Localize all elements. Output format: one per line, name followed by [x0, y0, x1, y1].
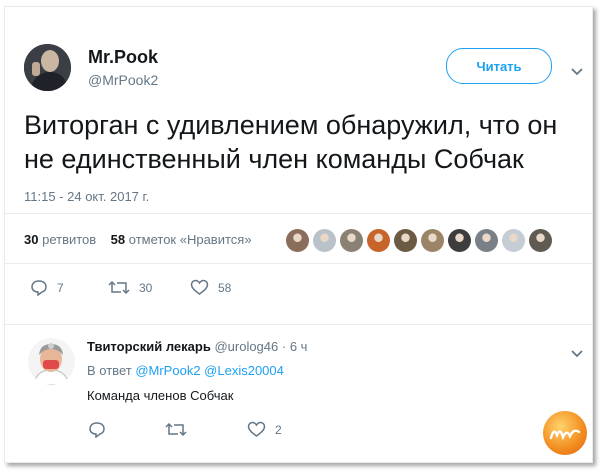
tweet-stats: 30 ретвитов 58 отметок «Нравится»: [24, 232, 252, 247]
like-count: 58: [218, 280, 232, 295]
more-menu-button[interactable]: [570, 64, 584, 82]
reply-author-name[interactable]: Твиторский лекарь: [87, 339, 211, 354]
divider: [5, 324, 592, 325]
liker-avatar[interactable]: [313, 229, 336, 252]
liker-avatar[interactable]: [367, 229, 390, 252]
like-action[interactable]: 58: [190, 279, 231, 296]
logo-icon: [549, 429, 581, 441]
likes-count[interactable]: 58: [111, 232, 125, 247]
liker-avatar[interactable]: [286, 229, 309, 252]
reply-action[interactable]: 7: [30, 279, 64, 296]
reply-like-count: 2: [275, 422, 282, 437]
reply-text: Команда членов Собчак: [87, 388, 234, 403]
liker-avatar[interactable]: [394, 229, 417, 252]
divider: [5, 213, 592, 214]
reply-more-menu-button[interactable]: [570, 346, 584, 364]
liker-avatar[interactable]: [340, 229, 363, 252]
reply-count: 7: [57, 280, 64, 295]
retweet-icon: [165, 422, 187, 437]
site-logo-watermark: [543, 411, 587, 455]
reply-retweet-action[interactable]: [165, 421, 187, 438]
heart-icon: [190, 279, 209, 295]
in-reply-prefix: В ответ: [87, 363, 132, 378]
reply-icon: [31, 280, 47, 296]
tweet-card: Mr.Pook @MrPook2 Читать Виторган с удивл…: [4, 6, 593, 463]
mention-link[interactable]: @Lexis20004: [204, 363, 284, 378]
heart-icon: [247, 421, 266, 437]
liker-avatar[interactable]: [448, 229, 471, 252]
liker-avatar[interactable]: [421, 229, 444, 252]
reply-reply-action[interactable]: [88, 421, 106, 438]
retweets-count[interactable]: 30: [24, 232, 38, 247]
author-name[interactable]: Mr.Pook: [88, 47, 158, 68]
reply-author-handle[interactable]: @urolog46: [214, 339, 278, 354]
reply-time[interactable]: · 6 ч: [282, 339, 308, 354]
retweet-action[interactable]: 30: [108, 279, 152, 296]
reply-header: Твиторский лекарь @urolog46 · 6 ч: [87, 339, 307, 354]
tweet-timestamp[interactable]: 11:15 - 24 окт. 2017 г.: [24, 189, 149, 204]
liker-avatar[interactable]: [529, 229, 552, 252]
author-avatar[interactable]: [24, 44, 71, 91]
retweet-icon: [108, 280, 130, 295]
reply-icon: [89, 422, 105, 438]
follow-button[interactable]: Читать: [446, 48, 552, 84]
likes-label[interactable]: отметок «Нравится»: [129, 232, 252, 247]
mention-link[interactable]: @MrPook2: [135, 363, 200, 378]
divider: [5, 263, 592, 264]
chevron-down-icon: [571, 68, 583, 76]
liker-avatar[interactable]: [502, 229, 525, 252]
tweet-text: Виторган с удивлением обнаружил, что он …: [24, 110, 558, 174]
retweet-count: 30: [139, 280, 153, 295]
reply-like-action[interactable]: 2: [247, 421, 282, 438]
in-reply-to: В ответ @MrPook2 @Lexis20004: [87, 363, 284, 378]
retweets-label[interactable]: ретвитов: [42, 232, 96, 247]
liker-avatars: [286, 229, 552, 252]
author-handle[interactable]: @MrPook2: [88, 72, 158, 88]
liker-avatar[interactable]: [475, 229, 498, 252]
chevron-down-icon: [571, 350, 583, 358]
reply-author-avatar[interactable]: [28, 338, 75, 385]
